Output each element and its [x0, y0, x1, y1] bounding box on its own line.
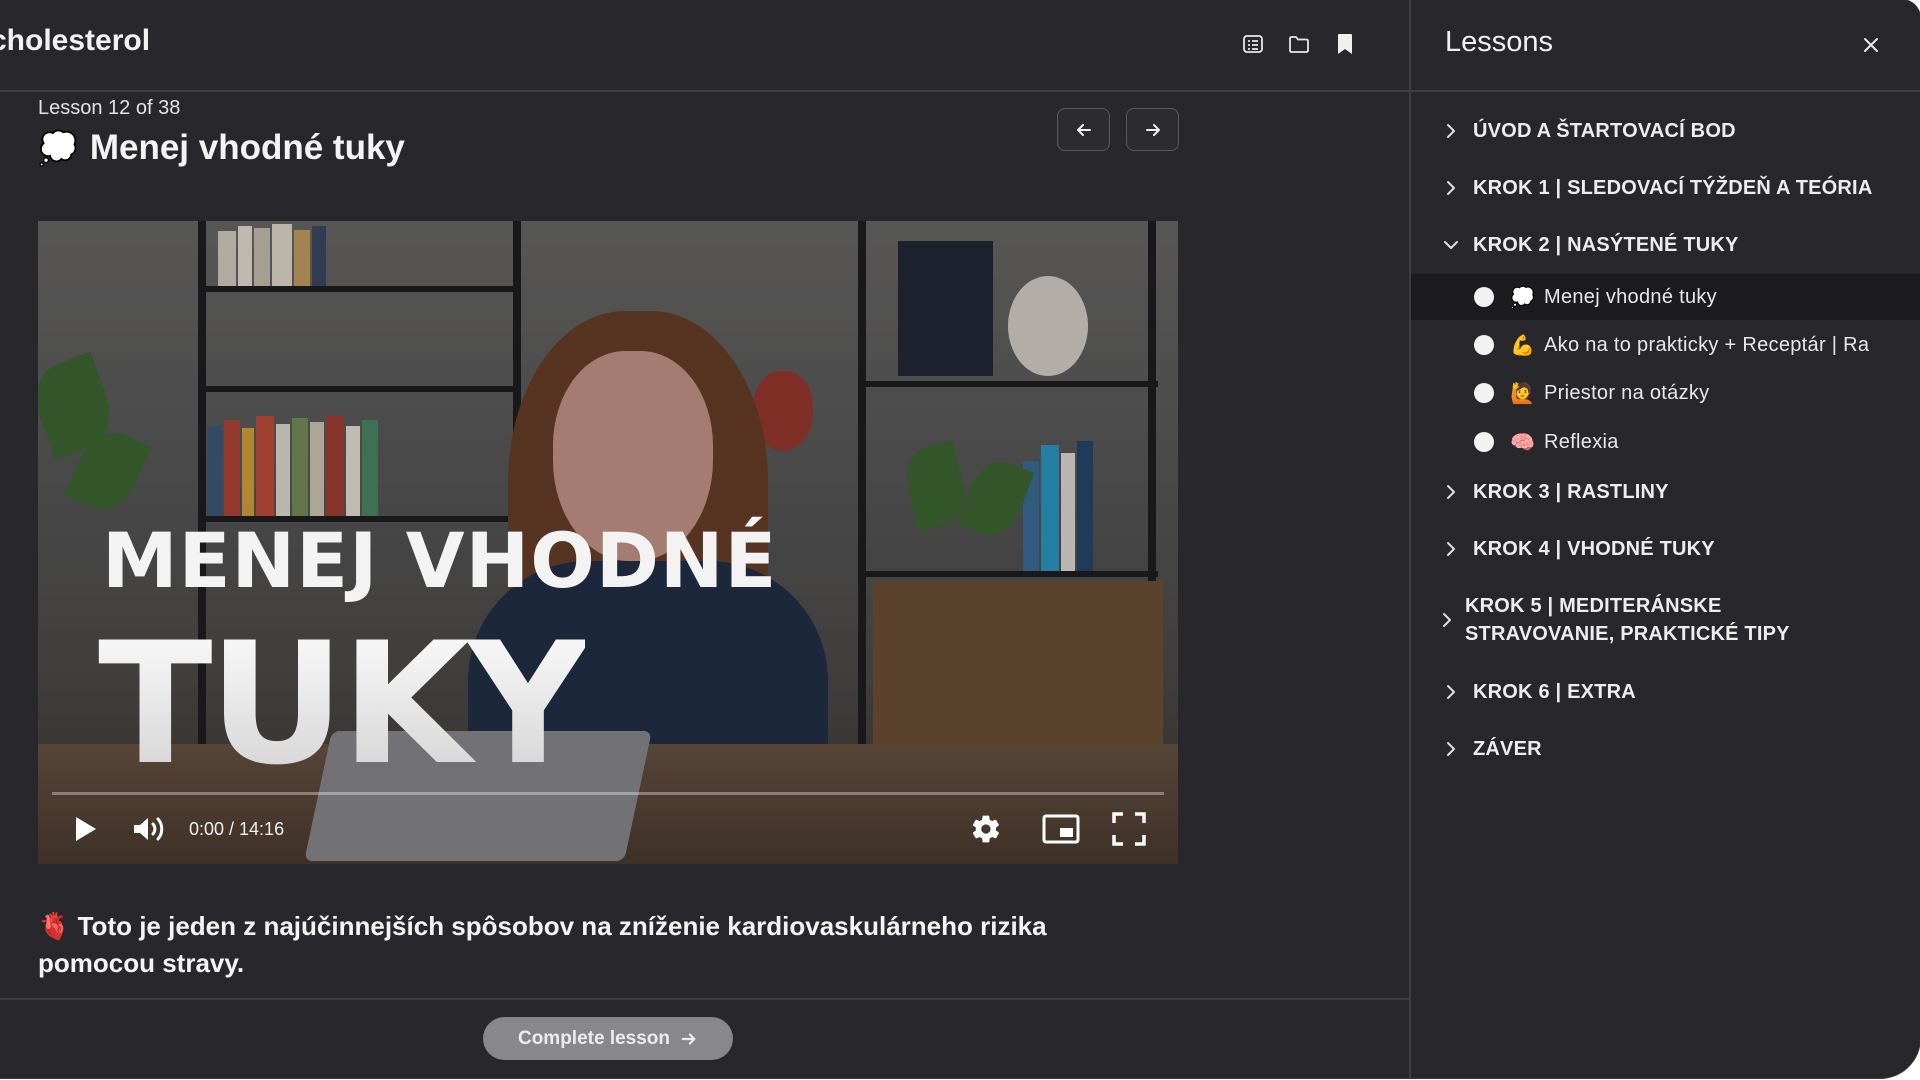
chevron-right-icon	[1443, 478, 1459, 506]
lesson-item-label: Reflexia	[1544, 430, 1619, 453]
lesson-item-ako-na-to-prakticky[interactable]: 💪 Ako na to prakticky + Receptár | Ra	[1411, 322, 1920, 368]
top-bar: cholesterol	[0, 0, 1409, 92]
settings-gear-icon[interactable]	[970, 813, 1002, 845]
sidebar-title: Lessons	[1445, 26, 1554, 58]
fullscreen-icon[interactable]	[1112, 812, 1146, 846]
lesson-main: cholesterol Lesson 12 of 38 💭 Menej vhod…	[0, 0, 1409, 1078]
sidebar-section-krok-6[interactable]: KROK 6 | EXTRA	[1443, 678, 1903, 706]
miniplayer-icon[interactable]	[1042, 814, 1080, 844]
section-label: KROK 6 | EXTRA	[1473, 681, 1636, 703]
sidebar-section-krok-5[interactable]: KROK 5 | MEDITERÁNSKE STRAVOVANIE, PRAKT…	[1439, 592, 1869, 648]
section-label: ÚVOD A ŠTARTOVACÍ BOD	[1473, 120, 1736, 142]
chevron-right-icon	[1443, 678, 1459, 706]
previous-lesson-button[interactable]	[1057, 108, 1110, 151]
divider	[0, 998, 1409, 1000]
chevron-down-icon	[1443, 231, 1459, 259]
sidebar-section-krok-4[interactable]: KROK 4 | VHODNÉ TUKY	[1443, 535, 1903, 563]
lesson-title: Menej vhodné tuky	[89, 128, 405, 167]
complete-lesson-button[interactable]: Complete lesson	[483, 1017, 733, 1060]
top-icons	[1239, 30, 1359, 58]
lesson-heading: 💭 Menej vhodné tuky	[38, 128, 405, 168]
sidebar-section-uvod[interactable]: ÚVOD A ŠTARTOVACÍ BOD	[1443, 117, 1903, 145]
anatomical-heart-icon: 🫀	[38, 911, 71, 941]
next-lesson-button[interactable]	[1126, 108, 1179, 151]
arrow-left-icon	[1076, 123, 1091, 136]
lesson-item-label: Menej vhodné tuky	[1544, 285, 1717, 308]
lesson-item-priestor-na-otazky[interactable]: 🙋 Priestor na otázky	[1411, 370, 1920, 416]
section-label: KROK 4 | VHODNÉ TUKY	[1473, 538, 1715, 560]
brain-icon: 🧠	[1510, 431, 1536, 454]
app-window: cholesterol Lesson 12 of 38 💭 Menej vhod…	[0, 0, 1920, 1078]
chevron-right-icon	[1443, 117, 1459, 145]
lesson-item-reflexia[interactable]: 🧠 Reflexia	[1411, 419, 1920, 465]
lesson-description-text: Toto je jeden z najúčinnejších spôsobov …	[38, 911, 1047, 978]
thought-bubble-icon: 💭	[1510, 286, 1536, 309]
thought-bubble-icon: 💭	[38, 130, 78, 166]
checklist-icon[interactable]	[1239, 30, 1267, 58]
chevron-right-icon	[1439, 592, 1455, 648]
folder-icon[interactable]	[1285, 30, 1313, 58]
lesson-counter: Lesson 12 of 38	[38, 97, 181, 119]
play-icon[interactable]	[74, 815, 98, 843]
lesson-item-label: Ako na to prakticky + Receptár | Ra	[1544, 333, 1870, 356]
bookmark-icon[interactable]	[1331, 30, 1359, 58]
chevron-right-icon	[1443, 535, 1459, 563]
sidebar-header: Lessons	[1411, 0, 1920, 92]
arrow-right-icon	[681, 1032, 696, 1045]
completion-radio[interactable]	[1474, 335, 1494, 355]
lessons-sidebar: Lessons ÚVOD A ŠTARTOVACÍ BOD KROK 1 | S…	[1409, 0, 1920, 1078]
course-title: cholesterol	[0, 24, 151, 57]
raising-hand-icon: 🙋	[1510, 382, 1536, 405]
close-icon[interactable]	[1858, 32, 1884, 58]
completion-radio[interactable]	[1474, 287, 1494, 307]
video-title-line1: MENEJ VHODNÉ	[102, 516, 778, 605]
complete-lesson-label: Complete lesson	[517, 1027, 671, 1049]
lesson-item-menej-vhodne-tuky[interactable]: 💭 Menej vhodné tuky	[1411, 274, 1920, 320]
sidebar-section-krok-3[interactable]: KROK 3 | RASTLINY	[1443, 478, 1903, 506]
lesson-navigation	[1057, 108, 1179, 151]
completion-radio[interactable]	[1474, 432, 1494, 452]
sidebar-section-zaver[interactable]: ZÁVER	[1443, 735, 1903, 763]
chevron-right-icon	[1443, 735, 1459, 763]
video-controls: 0:00 / 14:16	[38, 794, 1178, 864]
video-title-line2: TUKY	[98, 606, 589, 802]
chevron-right-icon	[1443, 174, 1459, 202]
video-time: 0:00 / 14:16	[189, 818, 285, 839]
video-player[interactable]: MENEJ VHODNÉ TUKY 0:00 / 14:16	[38, 221, 1178, 864]
volume-icon[interactable]	[131, 814, 167, 844]
section-label: KROK 2 | NASÝTENÉ TUKY	[1473, 234, 1739, 256]
section-label: ZÁVER	[1473, 738, 1542, 760]
section-label: KROK 5 | MEDITERÁNSKE STRAVOVANIE, PRAKT…	[1465, 595, 1790, 645]
section-label: KROK 1 | SLEDOVACÍ TÝŽDEŇ A TEÓRIA	[1473, 177, 1873, 199]
lesson-description: 🫀 Toto je jeden z najúčinnejších spôsobo…	[38, 908, 1158, 982]
completion-radio[interactable]	[1474, 383, 1494, 403]
lesson-item-label: Priestor na otázky	[1544, 381, 1710, 404]
sidebar-section-krok-2[interactable]: KROK 2 | NASÝTENÉ TUKY	[1443, 231, 1903, 259]
sidebar-section-krok-1[interactable]: KROK 1 | SLEDOVACÍ TÝŽDEŇ A TEÓRIA	[1443, 174, 1903, 202]
arrow-right-icon	[1145, 123, 1160, 136]
section-label: KROK 3 | RASTLINY	[1473, 481, 1669, 503]
flexed-biceps-icon: 💪	[1510, 334, 1536, 357]
